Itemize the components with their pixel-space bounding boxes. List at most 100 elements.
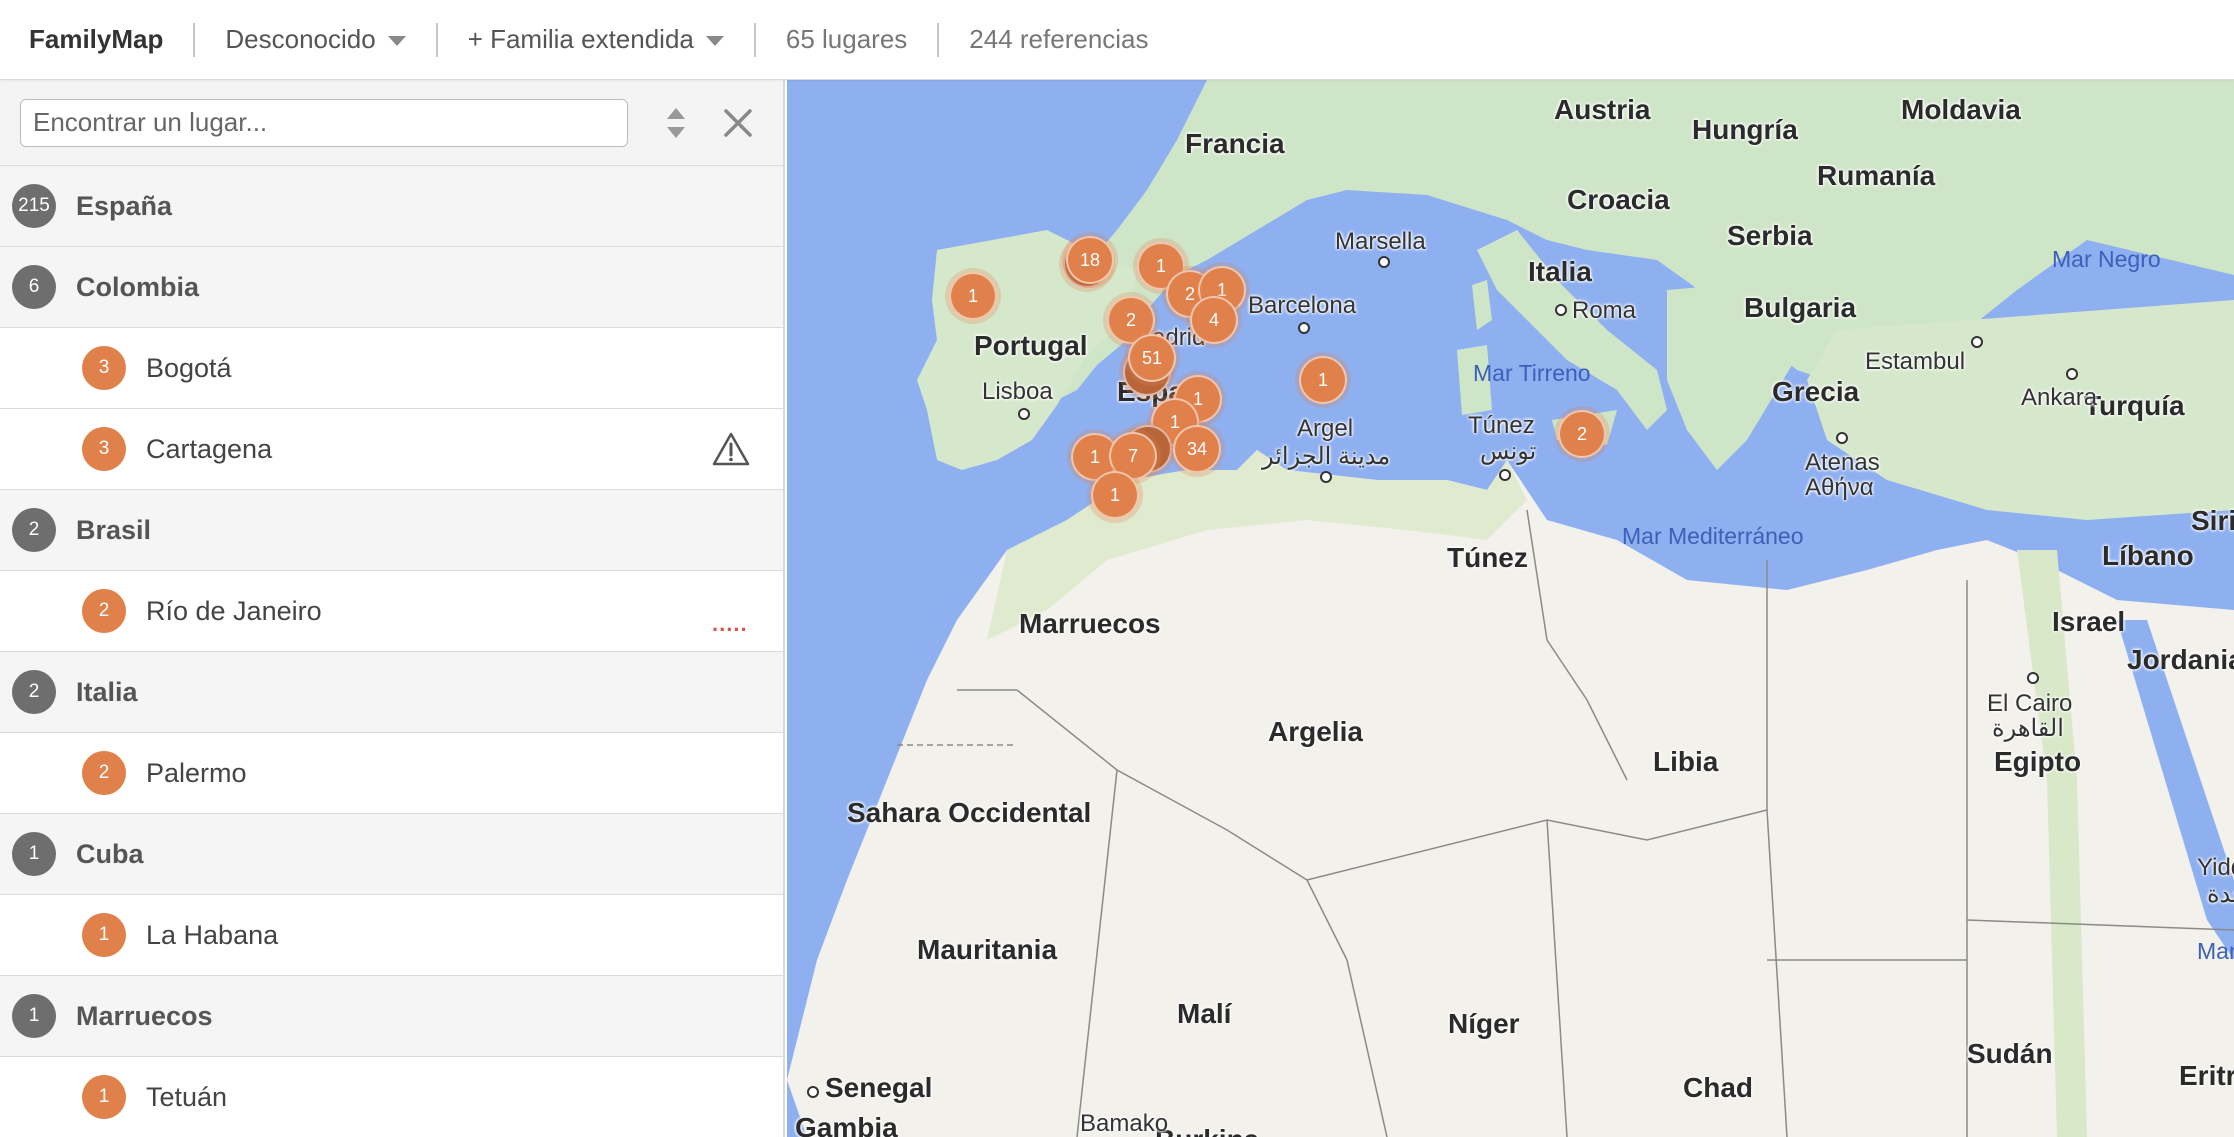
map-label-algiers-ar: مدينة الجزائر (1262, 443, 1391, 470)
city-dot (1320, 471, 1332, 483)
warning-icon[interactable] (712, 431, 750, 467)
map-label-romania: Rumanía (1817, 160, 1936, 191)
map-marker[interactable]: 2 (1558, 410, 1606, 458)
family-filter-dropdown[interactable]: + Familia extendida (468, 0, 724, 80)
count-badge: 2 (82, 751, 126, 795)
map-label-tyrrhenian-sea: Mar Tirreno (1473, 360, 1591, 386)
person-filter-label: Desconocido (225, 24, 376, 54)
map-label-chad: Chad (1683, 1072, 1753, 1103)
app-brand[interactable]: FamilyMap (29, 0, 163, 80)
city-row[interactable]: 2 Palermo (0, 733, 783, 814)
count-badge: 6 (12, 265, 56, 309)
map-label-barcelona: Barcelona (1248, 292, 1357, 319)
map-label-sudan: Sudán (1967, 1038, 2053, 1069)
map-marker[interactable]: 1 (949, 272, 997, 320)
city-dot (1018, 408, 1030, 420)
place-name: España (76, 190, 173, 221)
city-row[interactable]: 3 Cartagena (0, 409, 783, 490)
map-label-rome: Roma (1572, 297, 1637, 324)
map-label-tunisia: Túnez (1447, 542, 1528, 573)
place-name: Marruecos (76, 1000, 213, 1031)
map-label-istanbul: Estambul (1865, 348, 1966, 375)
map-label-red-sea: Mar Rojo (2197, 938, 2234, 964)
city-dot (1378, 256, 1390, 268)
close-button[interactable] (716, 99, 760, 147)
map-label-bulgaria: Bulgaria (1744, 292, 1857, 323)
country-row[interactable]: 1 Marruecos (0, 976, 783, 1057)
map-label-marseille: Marsella (1335, 228, 1426, 255)
map-label-portugal: Portugal (974, 330, 1088, 361)
places-sidebar: 215 España 6 Colombia 3 Bogotá 3 Cartagena 2 Bras… (0, 80, 785, 1137)
map-canvas (787, 80, 2234, 1137)
map-marker[interactable]: 18 (1066, 236, 1114, 284)
city-row[interactable]: 1 La Habana (0, 895, 783, 976)
person-filter-dropdown[interactable]: Desconocido (225, 0, 406, 80)
place-name: Palermo (146, 757, 247, 788)
sort-button[interactable] (656, 99, 696, 147)
map-label-lebanon: Líbano (2102, 540, 2194, 571)
place-name: Brasil (76, 514, 152, 545)
country-row[interactable]: 6 Colombia (0, 247, 783, 328)
map-label-niger: Níger (1448, 1008, 1520, 1039)
map-label-libya: Libia (1653, 746, 1719, 777)
city-dot (1298, 322, 1310, 334)
map-marker[interactable]: 4 (1190, 296, 1238, 344)
city-row[interactable]: 3 Bogotá (0, 328, 783, 409)
map-marker[interactable]: 51 (1128, 334, 1176, 382)
map-view[interactable]: Francia Austria Hungría Moldavia Rumanía… (787, 80, 2234, 1137)
city-row[interactable]: 1 Tetuán (0, 1057, 783, 1137)
city-dot (807, 1086, 819, 1098)
map-marker[interactable]: 1 (1299, 356, 1347, 404)
map-label-croatia: Croacia (1567, 184, 1670, 215)
count-badge: 215 (12, 184, 56, 228)
map-label-egypt: Egipto (1994, 746, 2082, 777)
map-label-israel: Israel (2052, 606, 2126, 637)
map-marker[interactable]: 1 (1091, 471, 1139, 519)
place-name: Río de Janeiro (146, 595, 322, 626)
map-label-tunis: Túnez (1468, 412, 1535, 439)
count-badge: 2 (12, 670, 56, 714)
country-row[interactable]: 1 Cuba (0, 814, 783, 895)
city-dot (1836, 432, 1848, 444)
map-label-athens: Atenas (1805, 449, 1880, 476)
chevron-down-icon (705, 35, 724, 46)
city-dot (1555, 304, 1567, 316)
country-row[interactable]: 215 España (0, 166, 783, 247)
close-icon (724, 108, 752, 137)
map-label-mediterranean-sea: Mar Mediterráneo (1622, 523, 1804, 549)
map-label-france: Francia (1185, 128, 1285, 159)
map-label-cairo-ar: القاهرة (1992, 715, 2064, 742)
country-row[interactable]: 2 Brasil (0, 490, 783, 571)
map-label-lisbon: Lisboa (982, 378, 1053, 405)
map-label-syria: Siria (2191, 505, 2234, 536)
map-label-moldova: Moldavia (1901, 94, 2021, 125)
top-bar: FamilyMap Desconocido + Familia extendid… (0, 0, 2234, 80)
count-badge: 2 (12, 508, 56, 552)
map-label-morocco: Marruecos (1019, 608, 1161, 639)
map-label-jeddah: Yidda (2197, 854, 2234, 881)
map-label-black-sea: Mar Negro (2052, 246, 2161, 272)
map-label-hungary: Hungría (1692, 114, 1798, 145)
map-label-greece: Grecia (1772, 376, 1860, 407)
country-row[interactable]: 2 Italia (0, 652, 783, 733)
chevron-down-icon (387, 35, 406, 46)
count-badge: 1 (82, 1075, 126, 1119)
count-badge: 1 (12, 832, 56, 876)
map-label-mauritania: Mauritania (917, 934, 1058, 965)
search-input[interactable] (20, 98, 628, 147)
map-marker[interactable]: 34 (1173, 425, 1221, 473)
references-count: 244 referencias (969, 24, 1149, 54)
map-label-bamako: Bamako (1080, 1110, 1169, 1137)
place-name: Cuba (76, 838, 144, 869)
city-dot (2027, 672, 2039, 684)
count-badge: 1 (82, 913, 126, 957)
divider (937, 22, 940, 57)
map-label-burkina: Burkina (1155, 1124, 1259, 1137)
count-badge: 2 (82, 589, 126, 633)
map-label-athens-gr: Αθήνα (1805, 474, 1874, 501)
map-label-jordan: Jordania (2127, 644, 2234, 675)
place-name: Tetuán (146, 1081, 228, 1112)
city-row[interactable]: 2 Río de Janeiro..... (0, 571, 783, 652)
place-list: 215 España 6 Colombia 3 Bogotá 3 Cartagena 2 Bras… (0, 166, 783, 1137)
place-name: Bogotá (146, 352, 232, 383)
